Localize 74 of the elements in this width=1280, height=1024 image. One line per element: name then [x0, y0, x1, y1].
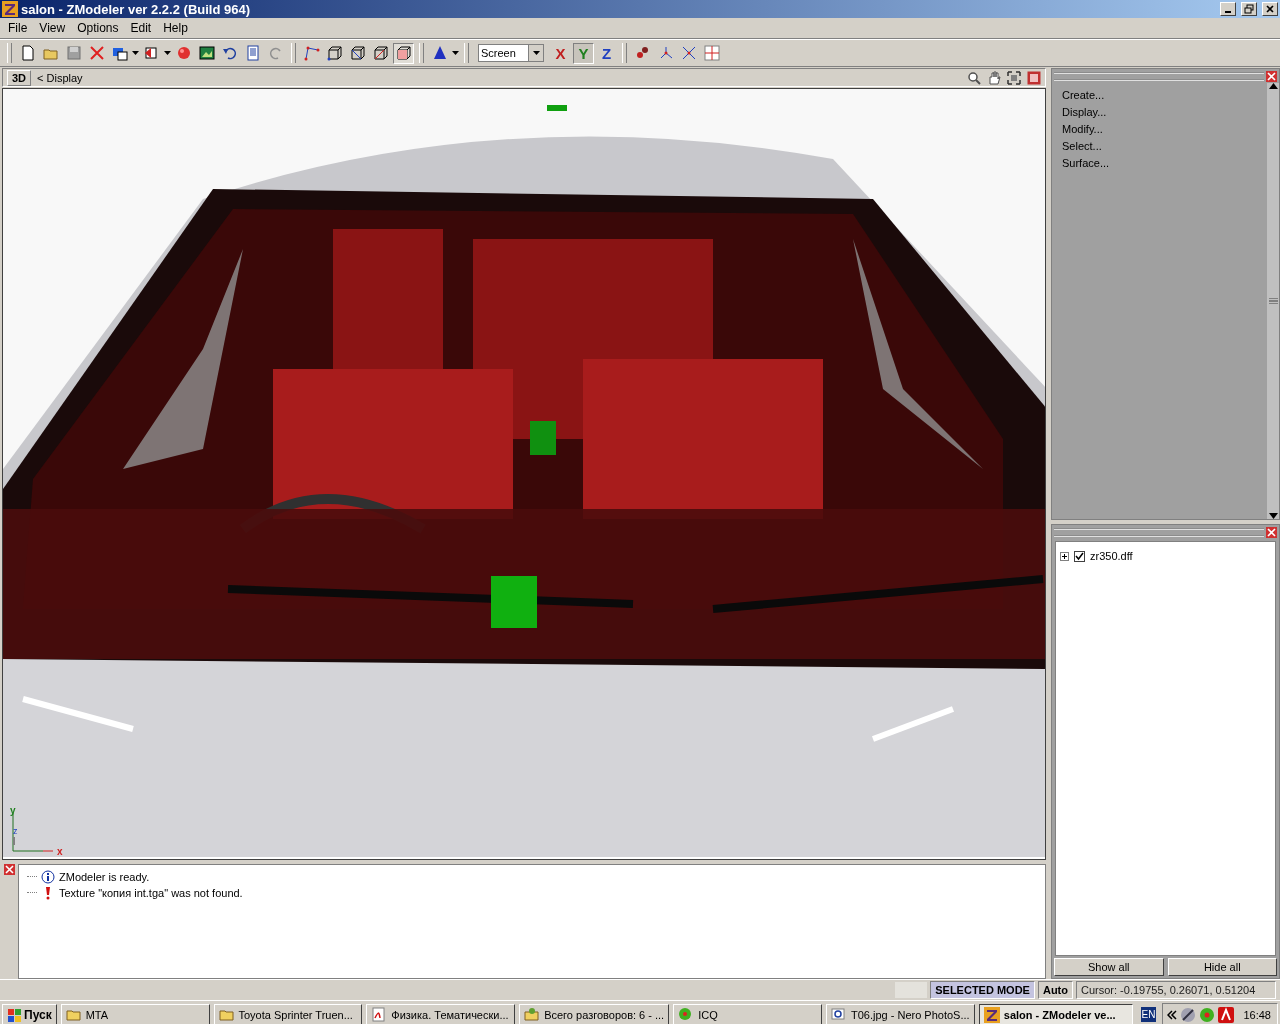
image-icon[interactable]: [198, 45, 215, 61]
dropdown-arrow-icon[interactable]: [532, 51, 540, 55]
caret-icon[interactable]: [452, 51, 459, 55]
clock: 16:48: [1243, 1008, 1271, 1021]
menu-item[interactable]: Edit: [124, 21, 158, 35]
view-mode-button[interactable]: 3D: [7, 69, 32, 86]
pdf-document-icon: [371, 1006, 388, 1023]
taskbar-button[interactable]: salon - ZModeler ve...: [978, 1003, 1133, 1024]
undo-icon[interactable]: [221, 45, 238, 61]
hand-icon[interactable]: [987, 70, 1001, 85]
menu-item[interactable]: Options: [71, 21, 125, 35]
menu-item[interactable]: Help: [157, 21, 194, 35]
cone-icon[interactable]: [431, 45, 448, 61]
cursor-coordinates: Cursor: -0.19755, 0.26071, 0.51204: [1076, 981, 1276, 999]
command-item[interactable]: Create...: [1062, 87, 1105, 104]
axis-label: x: [57, 846, 63, 857]
language-indicator[interactable]: EN: [1140, 1007, 1157, 1022]
log-message: ZModeler is ready.: [59, 871, 150, 883]
info-icon: [41, 870, 55, 884]
app-logo-icon: [983, 1006, 1000, 1023]
checkbox[interactable]: [1074, 550, 1085, 562]
cube-icon[interactable]: [372, 45, 389, 61]
import-icon[interactable]: [111, 45, 128, 61]
app-logo-icon: [2, 1, 18, 17]
cross-icon[interactable]: [680, 45, 697, 61]
cube-icon[interactable]: [395, 45, 412, 61]
grip-icon[interactable]: [1268, 298, 1278, 304]
axis-label: z: [13, 826, 18, 836]
panel-button[interactable]: Show all: [1054, 958, 1164, 976]
mode-indicator: SELECTED MODE: [930, 981, 1035, 999]
taskbar-button[interactable]: ICQ: [673, 1003, 822, 1024]
chat-folder-icon: [524, 1006, 541, 1023]
new-file-icon[interactable]: [19, 45, 36, 61]
taskbar-button[interactable]: T06.jpg - Nero PhotoS...: [826, 1003, 975, 1024]
taskbar-button[interactable]: Всего разговоров: 6 - ...: [519, 1003, 670, 1024]
export-icon[interactable]: [143, 45, 160, 61]
window-title: salon - ZModeler ver 2.2.2 (Build 964): [21, 1, 250, 17]
menu-item[interactable]: File: [2, 21, 34, 35]
log-message: Texture "копия int.tga" was not found.: [59, 887, 243, 899]
document-icon[interactable]: [244, 45, 261, 61]
axis-toggle[interactable]: X: [550, 42, 571, 64]
view-dropdown[interactable]: Screen: [478, 44, 544, 62]
taskbar-button[interactable]: Физика. Тематически...: [366, 1003, 516, 1024]
axis-toggle[interactable]: Z: [596, 42, 617, 64]
scrollbar[interactable]: [1267, 83, 1279, 519]
expander-icon[interactable]: [1060, 551, 1069, 561]
taskbar-button[interactable]: Toyota Sprinter Truen...: [213, 1003, 363, 1024]
cube-icon[interactable]: [326, 45, 343, 61]
windows-logo-icon: [7, 1007, 21, 1022]
panel-label[interactable]: < Display: [37, 71, 961, 84]
start-button[interactable]: Пуск: [2, 1003, 57, 1024]
chevron-icon[interactable]: [1167, 1009, 1178, 1020]
cube-icon[interactable]: [349, 45, 366, 61]
tree-item[interactable]: zr350.dff: [1090, 550, 1133, 562]
search-icon[interactable]: [967, 70, 981, 85]
menu-item[interactable]: View: [33, 21, 72, 35]
panel-button[interactable]: Hide all: [1167, 958, 1277, 976]
panel-grip[interactable]: [1054, 71, 1264, 81]
panel-grip[interactable]: [1054, 527, 1264, 537]
command-item[interactable]: Surface...: [1062, 155, 1110, 172]
fit-view-icon[interactable]: [1007, 70, 1021, 85]
command-item[interactable]: Modify...: [1062, 121, 1103, 138]
snap-indicator: Auto: [1037, 981, 1073, 999]
grid-icon[interactable]: [703, 45, 720, 61]
command-item[interactable]: Select...: [1062, 138, 1102, 155]
scroll-down-icon[interactable]: [1268, 513, 1278, 519]
vertex-icon[interactable]: [303, 45, 320, 61]
caret-icon[interactable]: [164, 51, 171, 55]
axis-label: y: [10, 807, 16, 816]
delete-icon[interactable]: [88, 45, 105, 61]
maximize-icon[interactable]: [1027, 70, 1041, 85]
command-item[interactable]: Display...: [1062, 104, 1107, 121]
caret-icon[interactable]: [132, 51, 139, 55]
taskbar-button[interactable]: MTA: [60, 1003, 210, 1024]
